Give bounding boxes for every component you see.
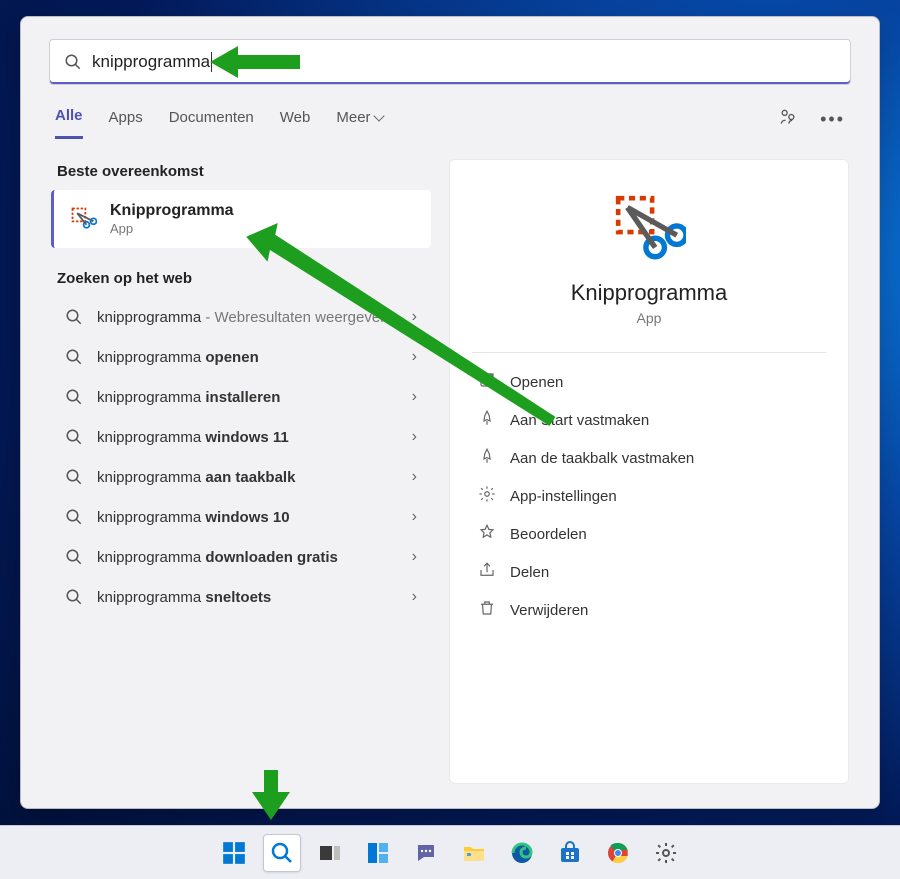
web-search-heading: Zoeken op het web (57, 270, 431, 287)
suggestion-text: knipprogramma - Webresultaten weergeven (97, 309, 398, 326)
action-delen[interactable]: Delen (476, 553, 822, 591)
detail-kind: App (476, 310, 822, 326)
search-filter-tabs: Alle Apps Documenten Web Meer ••• (21, 93, 879, 139)
chrome-icon[interactable] (599, 834, 637, 872)
chevron-right-icon: › (412, 588, 417, 606)
web-suggestion[interactable]: knipprogramma downloaden gratis › (51, 537, 431, 577)
suggestion-text: knipprogramma downloaden gratis (97, 549, 398, 566)
suggestion-text: knipprogramma aan taakbalk (97, 469, 398, 486)
tab-apps[interactable]: Apps (109, 101, 143, 138)
action-aan-start-vastmaken[interactable]: Aan Start vastmaken (476, 401, 822, 439)
search-query-text: knipprogramma (92, 52, 212, 72)
tab-documenten[interactable]: Documenten (169, 101, 254, 138)
web-suggestion[interactable]: knipprogramma windows 10 › (51, 497, 431, 537)
action-label: App-instellingen (510, 488, 617, 505)
action-verwijderen[interactable]: Verwijderen (476, 591, 822, 629)
chat-icon[interactable] (407, 834, 445, 872)
snipping-tool-icon (612, 192, 686, 266)
suggestion-text: knipprogramma windows 11 (97, 429, 398, 446)
share-icon (478, 561, 496, 583)
task-view-icon[interactable] (311, 834, 349, 872)
chevron-down-icon (373, 110, 384, 121)
more-options-icon[interactable]: ••• (820, 109, 845, 130)
action-beoordelen[interactable]: Beoordelen (476, 515, 822, 553)
web-suggestion[interactable]: knipprogramma - Webresultaten weergeven › (51, 297, 431, 337)
chevron-right-icon: › (412, 468, 417, 486)
web-suggestion[interactable]: knipprogramma aan taakbalk › (51, 457, 431, 497)
search-icon (64, 53, 82, 71)
suggestion-text: knipprogramma openen (97, 349, 398, 366)
explorer-icon[interactable] (455, 834, 493, 872)
chevron-right-icon: › (412, 308, 417, 326)
action-app-instellingen[interactable]: App-instellingen (476, 477, 822, 515)
tab-web[interactable]: Web (280, 101, 311, 138)
detail-title: Knipprogramma (476, 280, 822, 306)
taskbar (0, 825, 900, 879)
chevron-right-icon: › (412, 548, 417, 566)
tab-meer[interactable]: Meer (336, 101, 382, 138)
chevron-right-icon: › (412, 428, 417, 446)
start-icon[interactable] (215, 834, 253, 872)
trash-icon (478, 599, 496, 621)
action-aan-de-taakbalk-vastmaken[interactable]: Aan de taakbalk vastmaken (476, 439, 822, 477)
action-label: Aan Start vastmaken (510, 412, 649, 429)
suggestion-text: knipprogramma installeren (97, 389, 398, 406)
pin-start-icon (478, 409, 496, 431)
edge-icon[interactable] (503, 834, 541, 872)
action-label: Aan de taakbalk vastmaken (510, 450, 694, 467)
action-openen[interactable]: Openen (476, 363, 822, 401)
suggestion-text: knipprogramma windows 10 (97, 509, 398, 526)
web-suggestion[interactable]: knipprogramma openen › (51, 337, 431, 377)
search-input[interactable]: knipprogramma (49, 39, 851, 85)
best-match-subtitle: App (110, 221, 234, 236)
best-match-heading: Beste overeenkomst (57, 163, 431, 180)
divider (472, 352, 826, 353)
search-icon[interactable] (263, 834, 301, 872)
suggestion-text: knipprogramma sneltoets (97, 589, 398, 606)
chevron-right-icon: › (412, 388, 417, 406)
widgets-icon[interactable] (359, 834, 397, 872)
result-detail-pane: Knipprogramma App Openen Aan Start vastma… (449, 159, 849, 784)
best-match-result[interactable]: Knipprogramma App (51, 190, 431, 248)
action-label: Delen (510, 564, 549, 581)
system-settings-icon[interactable] (647, 834, 685, 872)
action-label: Openen (510, 374, 563, 391)
windows-search-panel: knipprogramma Alle Apps Documenten Web Meer … (20, 16, 880, 809)
open-icon (478, 371, 496, 393)
snipping-tool-icon (68, 204, 98, 234)
tab-alle[interactable]: Alle (55, 99, 83, 139)
network-icon[interactable] (778, 107, 798, 132)
chevron-right-icon: › (412, 508, 417, 526)
web-suggestion[interactable]: knipprogramma sneltoets › (51, 577, 431, 617)
store-icon[interactable] (551, 834, 589, 872)
settings-icon (478, 485, 496, 507)
action-label: Beoordelen (510, 526, 587, 543)
star-icon (478, 523, 496, 545)
web-suggestion[interactable]: knipprogramma windows 11 › (51, 417, 431, 457)
chevron-right-icon: › (412, 348, 417, 366)
web-suggestion[interactable]: knipprogramma installeren › (51, 377, 431, 417)
best-match-title: Knipprogramma (110, 202, 234, 220)
pin-taskbar-icon (478, 447, 496, 469)
action-label: Verwijderen (510, 602, 588, 619)
